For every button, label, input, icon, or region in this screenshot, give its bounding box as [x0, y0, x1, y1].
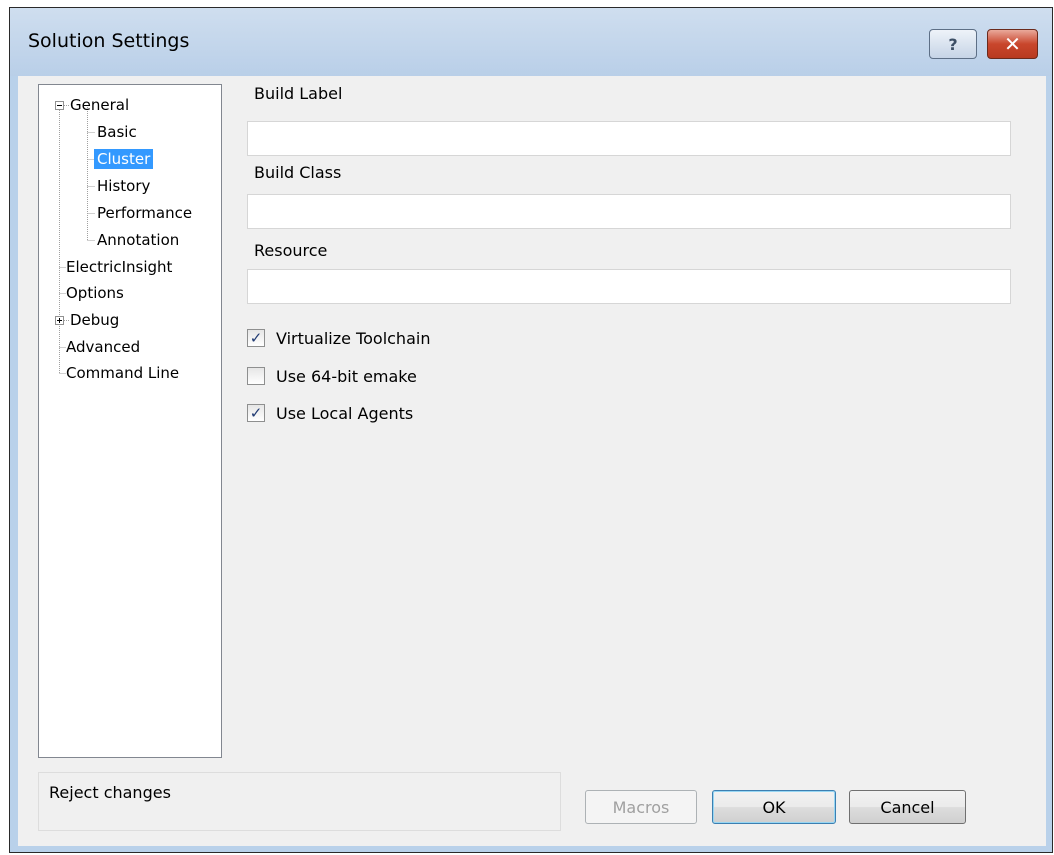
macros-button[interactable]: Macros	[585, 790, 697, 824]
settings-tree[interactable]: General Basic Cluster History Performanc…	[38, 84, 222, 758]
virtualize-toolchain-label: Virtualize Toolchain	[276, 328, 431, 348]
solution-settings-dialog: Solution Settings ? ✕ General Basic Clus…	[9, 7, 1053, 853]
collapse-general-icon[interactable]	[55, 101, 64, 110]
tree-item-annotation[interactable]: Annotation	[94, 230, 182, 250]
use-local-agents-label: Use Local Agents	[276, 403, 414, 423]
status-text: Reject changes	[49, 783, 171, 802]
build-class-label: Build Class	[254, 163, 342, 182]
expand-debug-icon[interactable]	[55, 316, 64, 325]
build-label-label: Build Label	[254, 84, 343, 103]
checkbox-empty-icon	[247, 367, 265, 385]
checkmark-icon: ✓	[247, 329, 265, 347]
dialog-body: General Basic Cluster History Performanc…	[18, 76, 1046, 846]
tree-item-history[interactable]: History	[94, 176, 153, 196]
tree-item-electricinsight[interactable]: ElectricInsight	[63, 257, 175, 277]
build-label-input[interactable]	[247, 121, 1011, 156]
cancel-button[interactable]: Cancel	[849, 790, 966, 824]
window-title: Solution Settings	[28, 30, 190, 52]
question-mark-icon: ?	[948, 34, 958, 54]
close-x-icon: ✕	[1004, 32, 1021, 56]
close-button[interactable]: ✕	[987, 29, 1038, 59]
build-class-input[interactable]	[247, 194, 1011, 229]
tree-item-general[interactable]: General	[67, 95, 132, 115]
checkmark-icon: ✓	[247, 404, 265, 422]
tree-item-advanced[interactable]: Advanced	[63, 337, 143, 357]
tree-item-cluster[interactable]: Cluster	[94, 149, 154, 169]
status-description-panel: Reject changes	[38, 772, 561, 831]
tree-item-options[interactable]: Options	[63, 283, 127, 303]
tree-item-command-line[interactable]: Command Line	[63, 363, 182, 383]
tree-item-performance[interactable]: Performance	[94, 203, 195, 223]
resource-label: Resource	[254, 241, 328, 260]
tree-item-basic[interactable]: Basic	[94, 122, 140, 142]
use-64bit-emake-label: Use 64-bit emake	[276, 366, 417, 386]
resource-input[interactable]	[247, 269, 1011, 304]
title-bar[interactable]: Solution Settings ? ✕	[10, 8, 1052, 76]
ok-button[interactable]: OK	[712, 790, 836, 824]
virtualize-toolchain-checkbox[interactable]: ✓ Virtualize Toolchain	[247, 326, 430, 350]
help-button[interactable]: ?	[929, 29, 977, 59]
tree-item-debug[interactable]: Debug	[67, 310, 122, 330]
use-local-agents-checkbox[interactable]: ✓ Use Local Agents	[247, 401, 413, 425]
use-64bit-emake-checkbox[interactable]: Use 64-bit emake	[247, 364, 417, 388]
